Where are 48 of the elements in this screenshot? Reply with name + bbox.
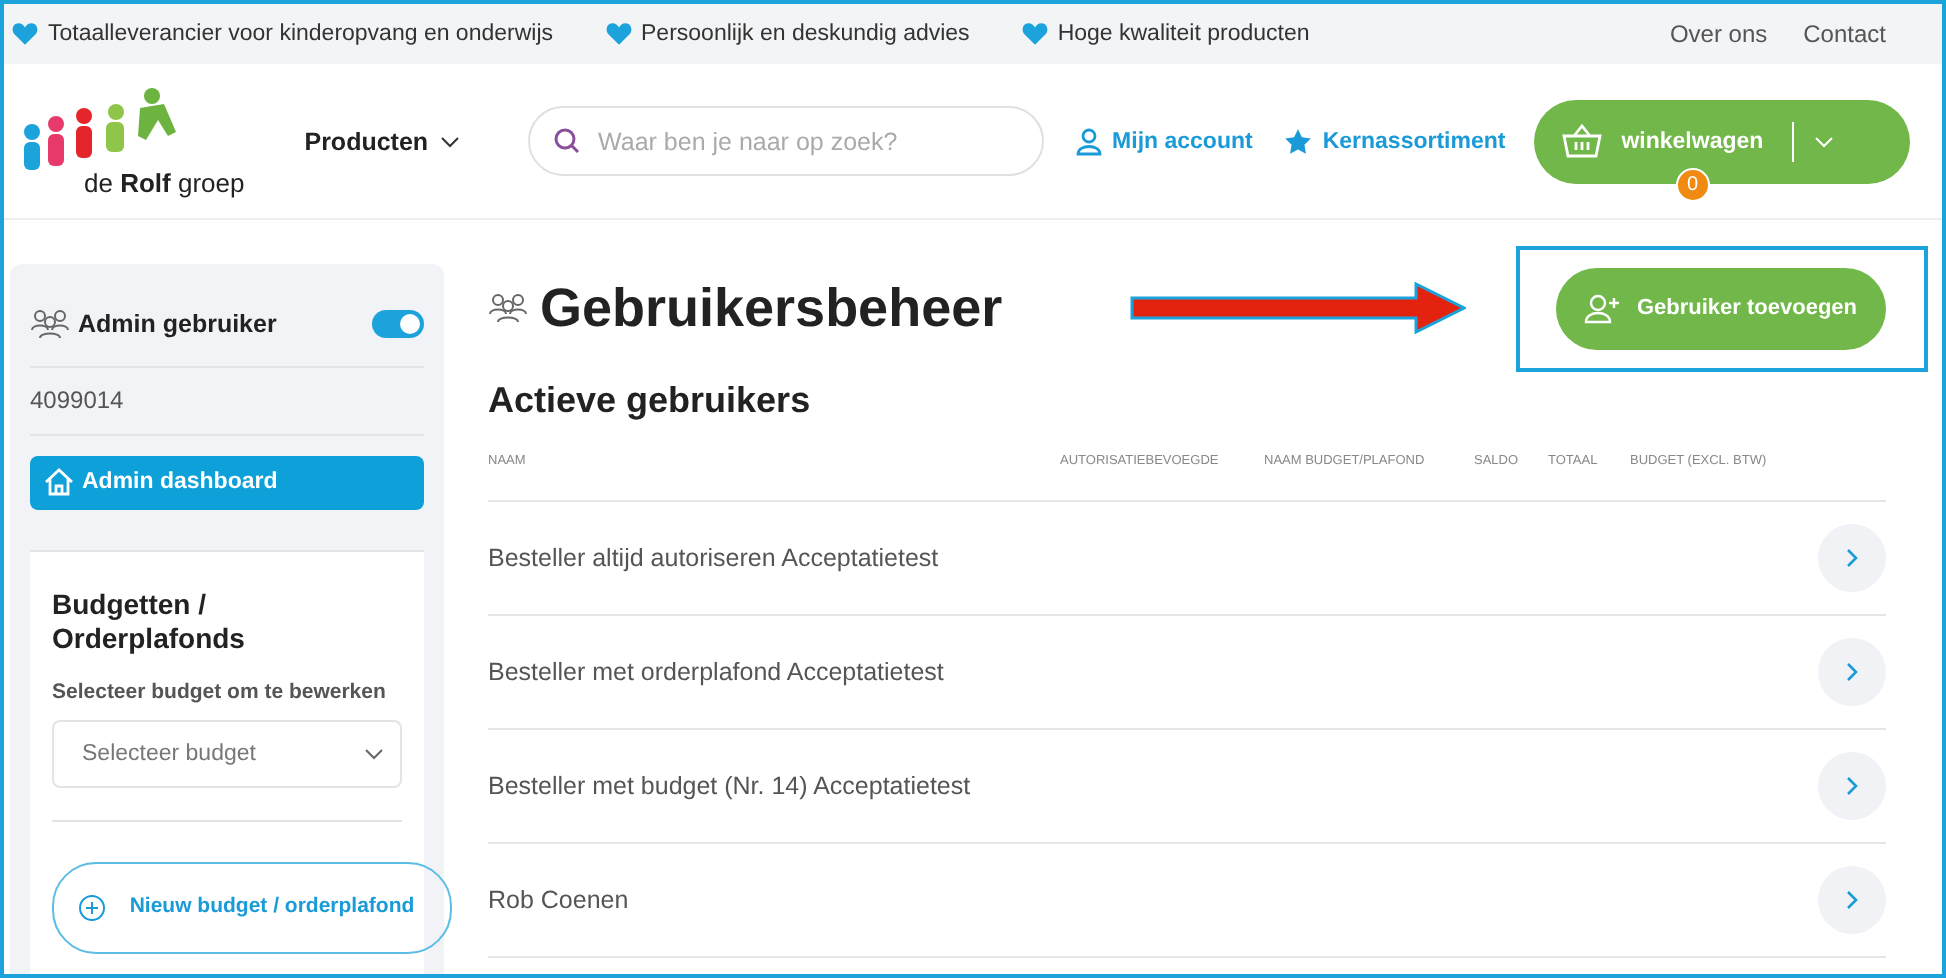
- chevron-down-icon: [1813, 135, 1834, 147]
- assortment-link[interactable]: Kernassortiment: [1284, 127, 1506, 155]
- heart-icon: [605, 22, 632, 46]
- page-title: Gebruikersbeheer: [488, 277, 1003, 339]
- open-user-button[interactable]: [1818, 638, 1886, 706]
- user-plus-icon: [1584, 293, 1621, 323]
- open-user-button[interactable]: [1818, 866, 1886, 934]
- user-name: Besteller met orderplafond Acceptatietest: [488, 658, 944, 686]
- top-link[interactable]: Over ons: [1669, 20, 1768, 48]
- users-icon: [30, 308, 70, 341]
- select-label: Selecteer budget om te bewerken: [52, 677, 388, 708]
- usp-text: Totaalleverancier voor kinderopvang en onderwijs: [48, 22, 554, 46]
- open-user-button[interactable]: [1818, 524, 1886, 592]
- products-menu[interactable]: Producten: [304, 127, 461, 155]
- card-title: Budgetten / Orderplafonds: [52, 587, 247, 656]
- user-name: Besteller met budget (Nr. 14) Acceptatietest: [488, 772, 971, 800]
- usp-text: Hoge kwaliteit producten: [1057, 22, 1310, 46]
- chevron-down-icon: [364, 747, 384, 760]
- admin-label: Admin gebruiker: [30, 308, 277, 341]
- search-icon: [554, 128, 581, 154]
- user-name: Rob Coenen: [488, 886, 629, 914]
- admin-toggle[interactable]: [372, 310, 424, 339]
- home-icon: [44, 468, 74, 497]
- top-link[interactable]: Contact: [1803, 20, 1886, 48]
- plus-circle-icon: [78, 893, 106, 922]
- chevron-right-icon: [1846, 890, 1858, 910]
- heart-icon: [12, 22, 38, 46]
- add-user-button[interactable]: Gebruiker toevoegen: [1556, 267, 1886, 349]
- logo-text[interactable]: de Rolf groep: [84, 168, 245, 198]
- admin-dashboard-button[interactable]: Admin dashboard: [30, 455, 424, 510]
- section-title: Actieve gebruikers: [488, 380, 813, 422]
- chevron-down-icon: [440, 135, 461, 147]
- heart-icon: [1021, 22, 1048, 46]
- chevron-right-icon: [1846, 548, 1858, 568]
- user-icon: [1076, 127, 1103, 155]
- chevron-right-icon: [1846, 776, 1858, 796]
- users-icon: [488, 292, 528, 324]
- search-field[interactable]: Waar ben je naar op zoek?: [528, 106, 1045, 176]
- budget-select[interactable]: Selecteer budget: [52, 719, 402, 788]
- new-budget-button[interactable]: Nieuw budget / orderplafond: [52, 861, 452, 954]
- usp-text: Persoonlijk en deskundig advies: [641, 22, 970, 46]
- account-link[interactable]: Mijn account: [1076, 127, 1253, 155]
- open-user-button[interactable]: [1818, 752, 1886, 820]
- chevron-right-icon: [1846, 662, 1858, 682]
- user-name: Besteller altijd autoriseren Acceptatietest: [488, 544, 939, 572]
- account-number: 4099014: [30, 367, 424, 436]
- star-icon: [1284, 127, 1313, 155]
- basket-icon: [1561, 124, 1602, 158]
